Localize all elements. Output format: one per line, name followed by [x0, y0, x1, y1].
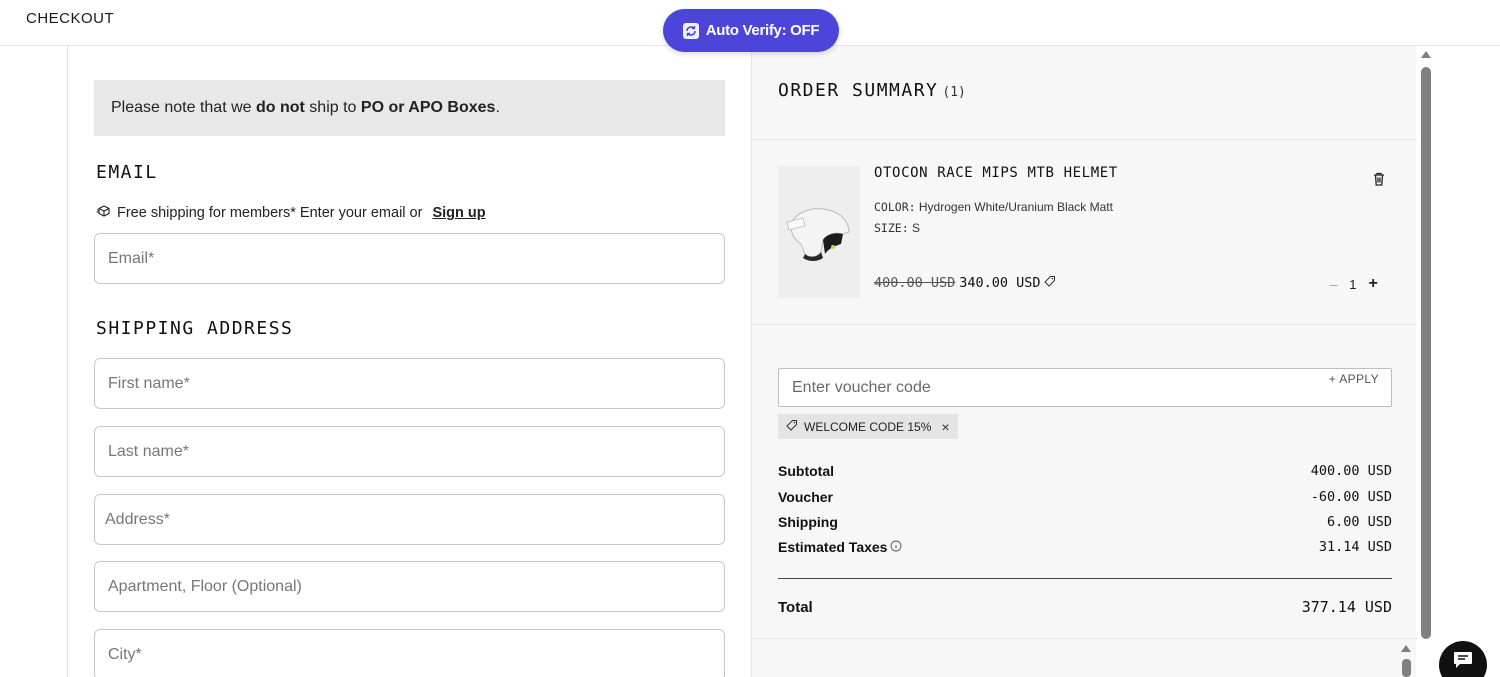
divider — [752, 324, 1417, 325]
chat-button[interactable] — [1439, 641, 1487, 677]
first-name-input[interactable] — [108, 359, 724, 408]
product-name[interactable]: OTOCON RACE MIPS MTB HELMET — [874, 165, 1118, 181]
subtotal-value: 400.00 USD — [1310, 463, 1392, 479]
voucher-input[interactable] — [792, 378, 1312, 397]
order-summary: ORDER SUMMARY (1) OTOCON RACE MIPS MTB HE… — [751, 46, 1417, 677]
quantity-stepper: – 1 + — [1330, 275, 1378, 293]
total-row: Total 377.14 USD — [778, 598, 1392, 616]
subtotal-row: Subtotal 400.00 USD — [778, 463, 1392, 479]
total-value: 377.14 USD — [1301, 598, 1392, 616]
last-name-input[interactable] — [108, 427, 724, 476]
notice-suffix: . — [495, 99, 500, 116]
apartment-input[interactable] — [108, 562, 724, 611]
scroll-up-arrow[interactable] — [1421, 51, 1431, 58]
notice-boxes: PO or APO Boxes — [360, 99, 496, 116]
remove-item-button[interactable] — [1370, 170, 1388, 188]
trash-icon — [1374, 172, 1384, 186]
inner-scrollbar-thumb[interactable] — [1402, 659, 1411, 677]
city-field[interactable] — [94, 629, 725, 677]
auto-verify-button[interactable]: Auto Verify: OFF — [663, 9, 839, 52]
shipping-row: Shipping 6.00 USD — [778, 514, 1392, 530]
voucher-row: Voucher -60.00 USD — [778, 489, 1392, 505]
product-color: COLOR: Hydrogen White/Uranium Black Matt — [874, 200, 1113, 214]
shipping-section-title: SHIPPING ADDRESS — [96, 318, 294, 339]
tag-icon — [1044, 275, 1056, 291]
taxes-label: Estimated Taxes — [778, 539, 902, 555]
taxes-row: Estimated Taxes 31.14 USD — [778, 539, 1392, 555]
info-icon[interactable] — [890, 539, 902, 555]
first-name-field[interactable] — [94, 358, 725, 409]
order-summary-title: ORDER SUMMARY (1) — [778, 80, 966, 101]
address-field[interactable] — [94, 494, 725, 545]
total-label: Total — [778, 598, 813, 616]
divider — [752, 638, 1417, 639]
product-price: 400.00 USD 340.00 USD — [874, 275, 1056, 291]
product-image[interactable] — [778, 166, 860, 298]
shipping-notice: Please note that we do not ship to PO or… — [94, 80, 725, 136]
summary-count: (1) — [942, 85, 966, 100]
shipping-label: Shipping — [778, 514, 838, 530]
summary-title-text: ORDER SUMMARY — [778, 80, 939, 101]
notice-emphasis: do not — [255, 99, 305, 116]
quantity-value: 1 — [1349, 276, 1357, 292]
remove-voucher-button[interactable]: × — [941, 419, 949, 435]
price-currency: USD — [1016, 275, 1041, 291]
package-icon — [96, 204, 111, 222]
checkout-form: Please note that we do not ship to PO or… — [67, 46, 751, 677]
increase-quantity-button[interactable]: + — [1368, 275, 1377, 293]
divider — [752, 139, 1417, 140]
shipping-value: 6.00 USD — [1326, 514, 1392, 530]
address-input[interactable] — [105, 495, 724, 544]
color-value: Hydrogen White/Uranium Black Matt — [918, 200, 1113, 214]
size-key: SIZE: — [874, 221, 909, 235]
subtotal-label: Subtotal — [778, 463, 834, 479]
original-price: 400.00 USD — [874, 275, 956, 291]
product-size: SIZE: S — [874, 221, 920, 235]
chat-icon — [1454, 652, 1472, 668]
email-input[interactable] — [108, 234, 724, 283]
sign-up-link[interactable]: Sign up — [432, 205, 485, 221]
voucher-value: -60.00 USD — [1310, 489, 1392, 505]
apply-voucher-button[interactable]: + APPLY — [1329, 372, 1379, 386]
total-divider — [778, 578, 1392, 579]
last-name-field[interactable] — [94, 426, 725, 477]
auto-verify-label: Auto Verify: OFF — [705, 22, 820, 39]
tag-icon — [786, 419, 798, 434]
helmet-image — [786, 208, 850, 261]
email-field[interactable] — [94, 233, 725, 284]
color-key: COLOR: — [874, 200, 916, 214]
size-value: S — [911, 221, 920, 235]
notice-text-middle: ship to — [304, 99, 361, 116]
voucher-label: Voucher — [778, 489, 833, 505]
member-promo: Free shipping for members* Enter your em… — [96, 204, 486, 222]
inner-scroll-up-arrow[interactable] — [1401, 645, 1411, 652]
apartment-field[interactable] — [94, 561, 725, 612]
page-title: CHECKOUT — [26, 10, 115, 27]
scrollbar-thumb[interactable] — [1421, 67, 1431, 639]
email-section-title: EMAIL — [96, 162, 158, 183]
sale-price: 340.00 — [959, 275, 1009, 291]
voucher-field[interactable]: + APPLY — [778, 368, 1392, 407]
taxes-value: 31.14 USD — [1318, 539, 1392, 555]
applied-voucher-code: WELCOME CODE 15% — [804, 419, 932, 434]
decrease-quantity-button[interactable]: – — [1330, 277, 1337, 292]
taxes-label-text: Estimated Taxes — [778, 539, 888, 555]
applied-voucher-chip: WELCOME CODE 15% × — [778, 414, 958, 439]
notice-text: Please note that we — [111, 99, 256, 116]
city-input[interactable] — [108, 630, 724, 677]
promo-text: Free shipping for members* Enter your em… — [117, 205, 427, 221]
sync-icon — [682, 22, 699, 39]
